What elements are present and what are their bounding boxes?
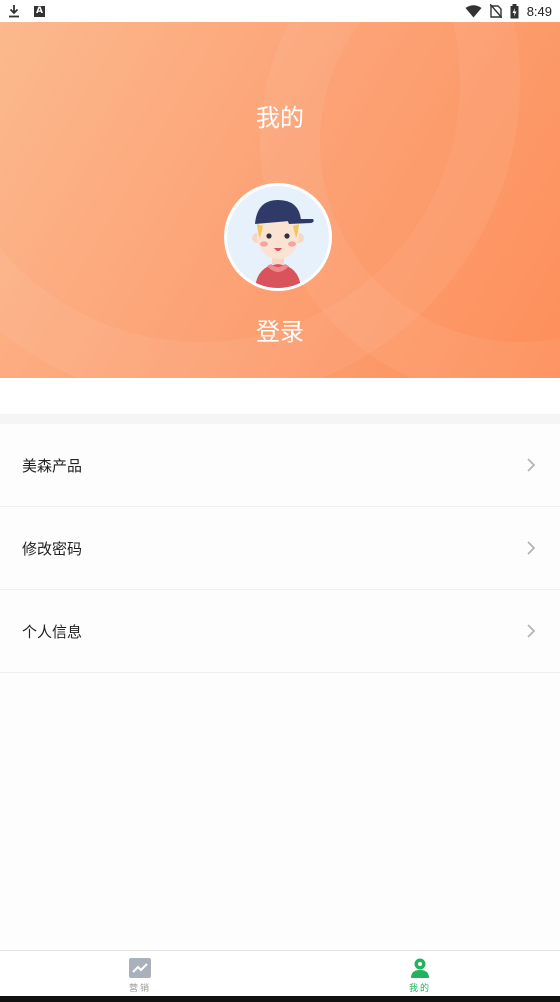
avatar-illustration bbox=[252, 200, 314, 288]
avatar[interactable] bbox=[224, 183, 332, 291]
wifi-icon bbox=[465, 4, 482, 17]
header-spacer bbox=[0, 378, 560, 414]
login-link[interactable]: 登录 bbox=[0, 312, 560, 347]
page-title: 我的 bbox=[256, 104, 304, 132]
status-bar: A 8:49 bbox=[0, 0, 560, 22]
download-icon bbox=[9, 5, 19, 18]
nav-bar-edge bbox=[0, 996, 560, 1002]
tab-mine[interactable]: 我的 bbox=[280, 951, 560, 996]
tab-marketing[interactable]: 营销 bbox=[0, 951, 280, 996]
tab-label: 营销 bbox=[128, 984, 151, 994]
chevron-right-icon bbox=[527, 624, 536, 638]
chevron-right-icon bbox=[527, 458, 536, 472]
no-sim-icon bbox=[489, 4, 502, 18]
settings-menu: 美森产品 修改密码 个人信息 bbox=[0, 424, 560, 673]
menu-item-products[interactable]: 美森产品 bbox=[0, 424, 560, 507]
battery-charging-icon bbox=[510, 3, 519, 18]
clock: 8:49 bbox=[526, 3, 552, 19]
user-icon bbox=[411, 958, 429, 978]
tab-label: 我的 bbox=[408, 984, 431, 994]
menu-item-change-password[interactable]: 修改密码 bbox=[0, 507, 560, 590]
bottom-tab-bar: 营销 我的 bbox=[0, 950, 560, 996]
menu-item-label: 修改密码 bbox=[22, 539, 83, 558]
menu-item-label: 美森产品 bbox=[22, 456, 83, 475]
section-divider bbox=[0, 414, 560, 424]
a-icon: A bbox=[34, 5, 45, 17]
screen: A 8:49 我的 登录 美森产品 修改密码 个人信息 营销 我的 bbox=[0, 0, 560, 1002]
chart-icon bbox=[129, 958, 151, 978]
menu-item-label: 个人信息 bbox=[22, 622, 83, 641]
chevron-right-icon bbox=[527, 541, 536, 555]
menu-item-personal-info[interactable]: 个人信息 bbox=[0, 590, 560, 673]
profile-header: 我的 登录 bbox=[0, 22, 560, 378]
